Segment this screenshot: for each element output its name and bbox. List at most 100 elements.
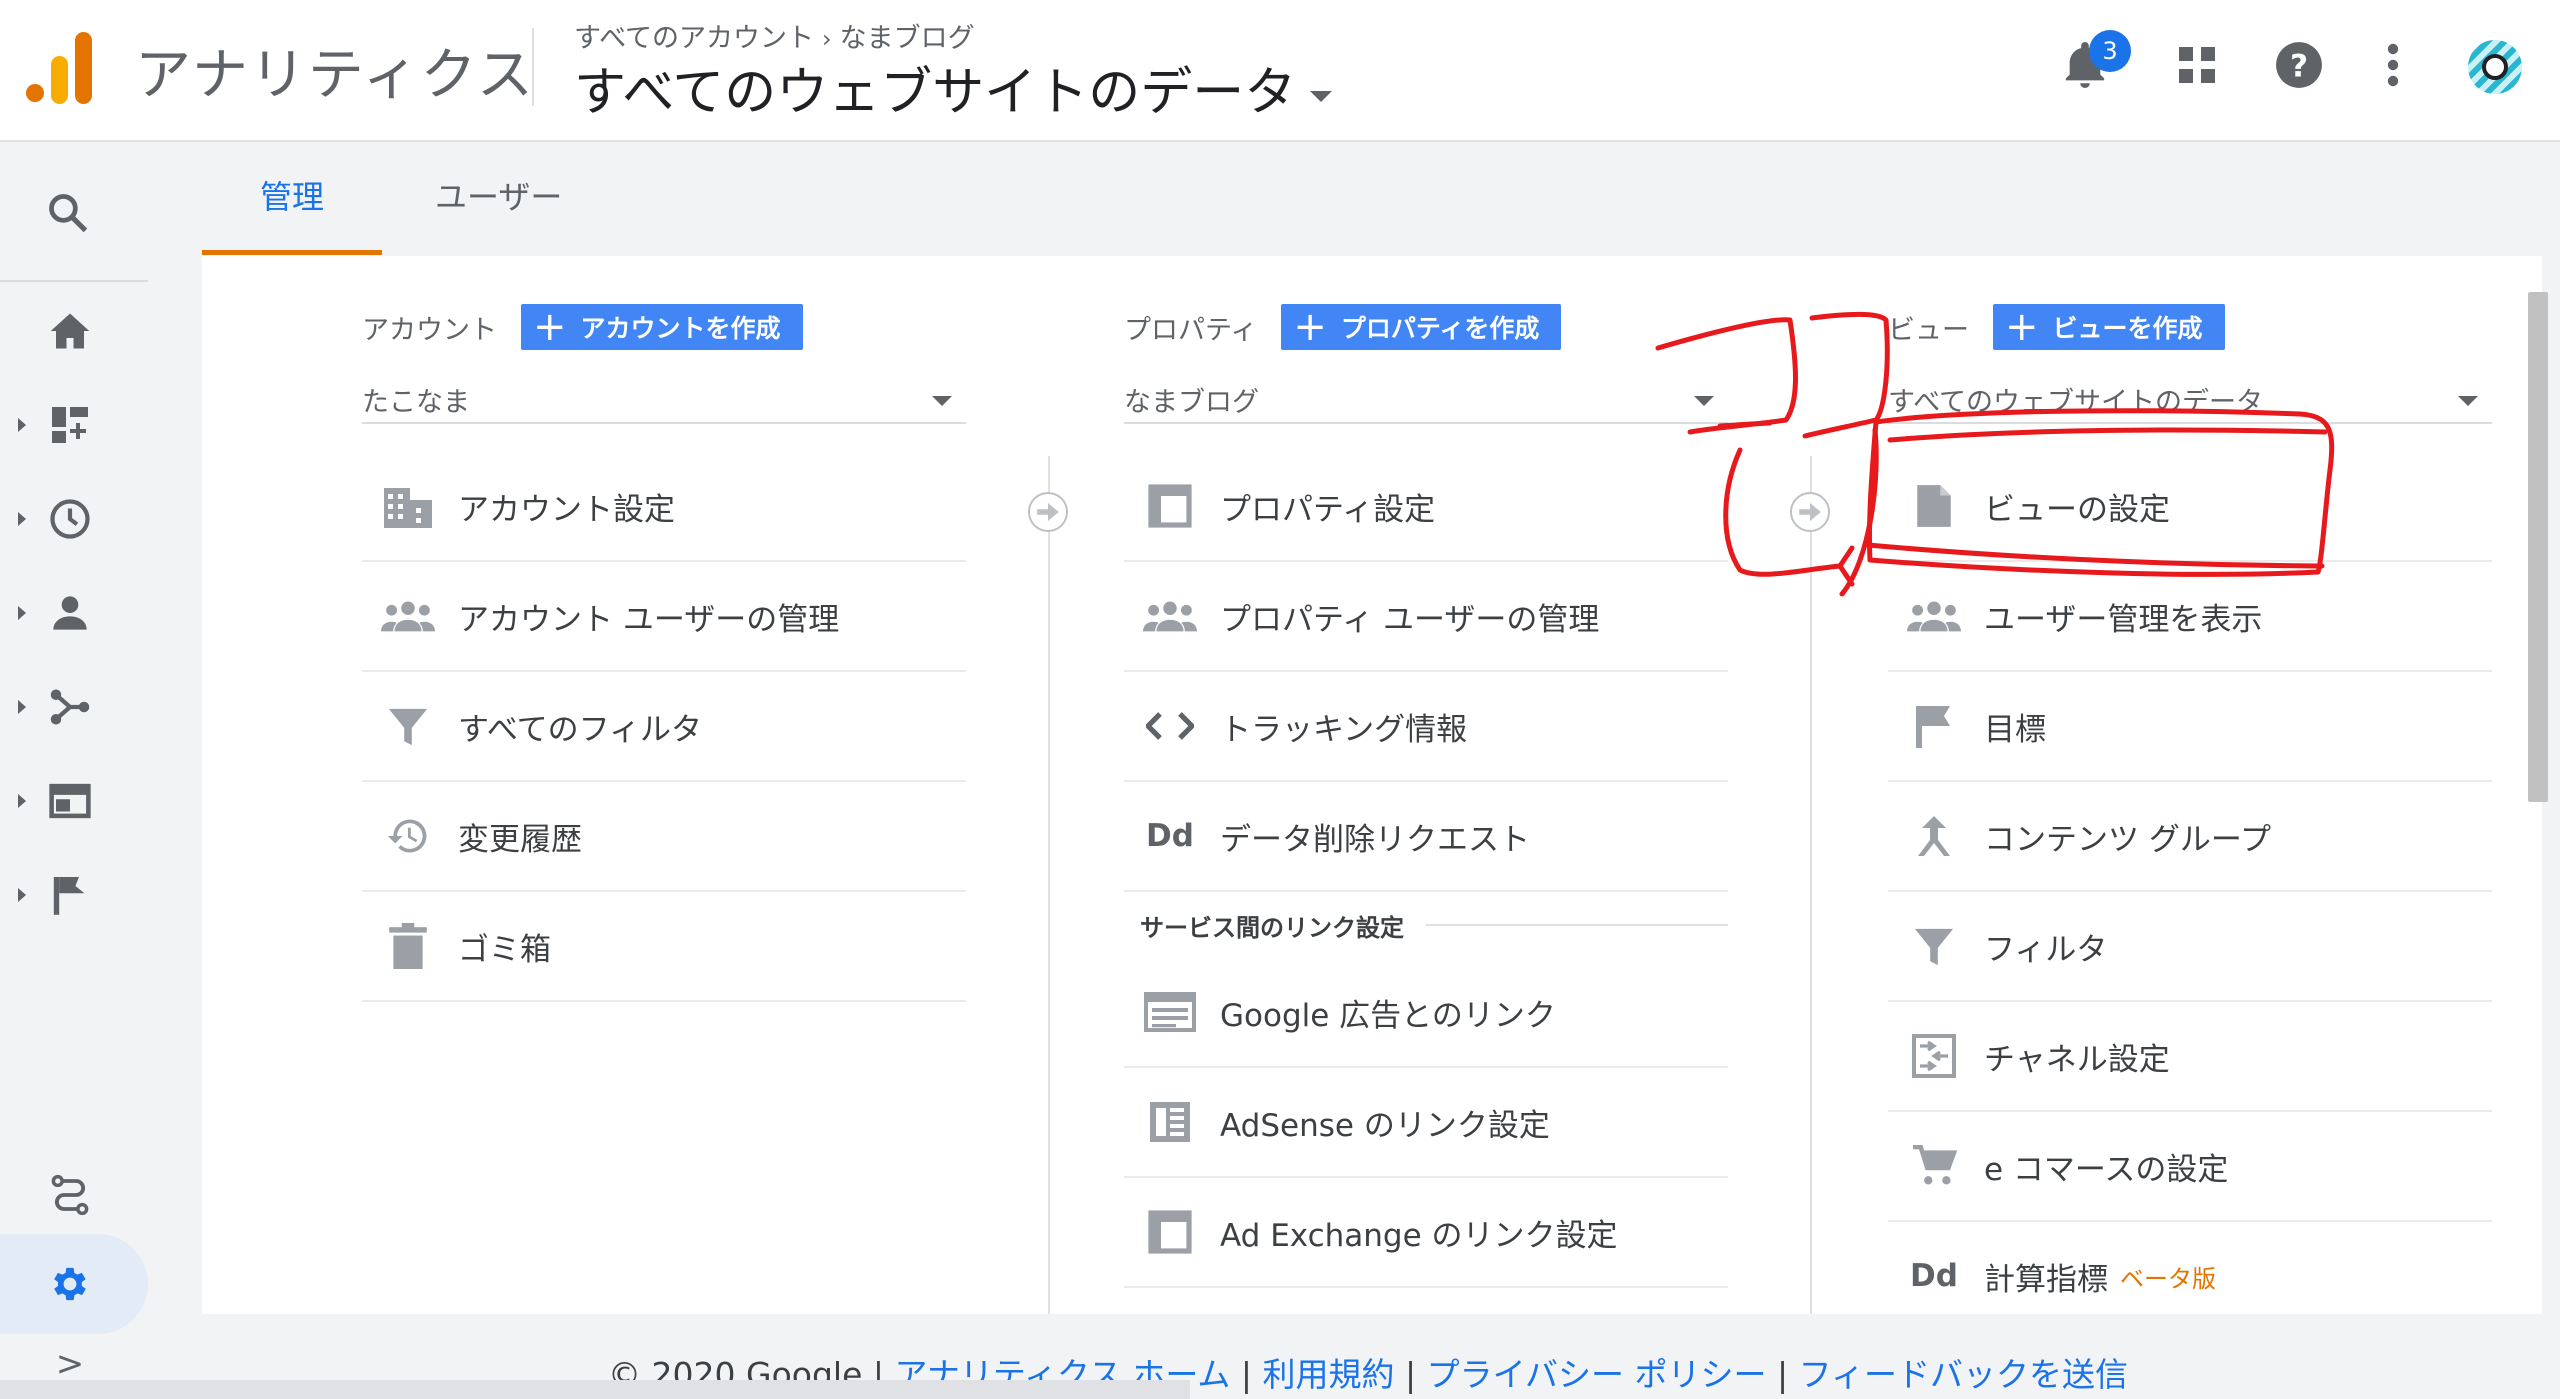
property-user-management-label: プロパティ ユーザーの管理	[1220, 601, 1600, 638]
expand-arrow-icon	[18, 700, 26, 714]
home-icon[interactable]	[46, 307, 94, 355]
people-icon	[1904, 586, 1964, 646]
trash-label: ゴミ箱	[458, 931, 551, 968]
dropdown-arrow-icon	[932, 396, 952, 406]
calculated-metrics-item[interactable]: Dd 計算指標 ベータ版	[1888, 1222, 2492, 1314]
customization-icon[interactable]	[46, 401, 94, 449]
arrow-right-circle-icon	[1028, 492, 1068, 532]
nav-conversions[interactable]	[0, 850, 150, 940]
account-settings-item[interactable]: アカウント設定	[362, 452, 966, 562]
top-header: アナリティクス すべてのアカウント › なまブログ すべてのウェブサイトのデータ 3…	[0, 0, 2560, 142]
layout-icon	[1140, 1202, 1200, 1262]
nav-attribution[interactable]	[0, 1150, 150, 1240]
dropdown-arrow-icon	[2458, 396, 2478, 406]
adsense-icon	[1140, 1092, 1200, 1152]
footer-separator: |	[1405, 1355, 1417, 1394]
property-settings-label: プロパティ設定	[1220, 491, 1436, 528]
tab-admin[interactable]: 管理	[260, 172, 324, 218]
footer-link-feedback[interactable]: フィードバックを送信	[1799, 1355, 2128, 1394]
change-history-item[interactable]: 変更履歴	[362, 782, 966, 892]
footer-link-privacy[interactable]: プライバシー ポリシー	[1427, 1355, 1767, 1394]
goals-item[interactable]: 目標	[1888, 672, 2492, 782]
view-selector-label: すべてのウェブサイトのデータ	[574, 63, 1297, 123]
google-ads-link-item[interactable]: Google 広告とのリンク	[1124, 958, 1728, 1068]
search-icon[interactable]	[44, 189, 92, 237]
attribution-icon[interactable]	[46, 1171, 94, 1219]
expand-arrow-icon	[18, 512, 26, 526]
data-deletion-item[interactable]: Dd データ削除リクエスト	[1124, 782, 1728, 892]
app-title[interactable]: アナリティクス	[135, 30, 535, 111]
all-filters-item[interactable]: すべてのフィルタ	[362, 672, 966, 782]
nav-search[interactable]	[0, 168, 150, 258]
content-grouping-item[interactable]: コンテンツ グループ	[1888, 782, 2492, 892]
account-header: アカウント + アカウントを作成	[362, 304, 803, 350]
realtime-icon[interactable]	[46, 495, 94, 543]
channel-settings-label: チャネル設定	[1984, 1041, 2170, 1078]
ad-exchange-link-label: Ad Exchange のリンク設定	[1220, 1217, 1618, 1254]
property-selector-value: なまブログ	[1124, 387, 1259, 418]
nav-behavior[interactable]	[0, 756, 150, 846]
account-label: アカウント	[362, 314, 497, 346]
create-account-button[interactable]: + アカウントを作成	[521, 304, 803, 350]
more-vert-icon[interactable]	[2366, 38, 2420, 92]
tab-user[interactable]: ユーザー	[435, 172, 562, 218]
acquisition-icon[interactable]	[46, 683, 94, 731]
behavior-icon[interactable]	[46, 777, 94, 825]
tracking-info-item[interactable]: トラッキング情報	[1124, 672, 1728, 782]
create-view-button[interactable]: + ビューを作成	[1993, 304, 2225, 350]
expand-arrow-icon	[18, 888, 26, 902]
analytics-logo-icon[interactable]	[26, 30, 92, 104]
conversions-icon[interactable]	[46, 871, 94, 919]
nav-realtime[interactable]	[0, 474, 150, 564]
audience-icon[interactable]	[46, 589, 94, 637]
footer-link-terms[interactable]: 利用規約	[1263, 1355, 1395, 1394]
nav-home[interactable]	[0, 286, 150, 376]
account-selector[interactable]: たこなま	[362, 374, 966, 424]
nav-audience[interactable]	[0, 568, 150, 658]
plus-icon: +	[1293, 304, 1327, 350]
create-property-button[interactable]: + プロパティを作成	[1281, 304, 1562, 350]
property-selector[interactable]: なまブログ	[1124, 374, 1728, 424]
admin-gear-icon[interactable]	[46, 1260, 94, 1308]
adsense-link-label: AdSense のリンク設定	[1220, 1107, 1550, 1144]
account-user-management-item[interactable]: アカウント ユーザーの管理	[362, 562, 966, 672]
link-section-header: サービス間のリンク設定	[1124, 892, 1728, 958]
view-selector[interactable]: すべてのウェブサイトのデータ	[574, 50, 1333, 125]
section-divider	[1426, 924, 1728, 926]
view-settings-label: ビューの設定	[1984, 491, 2170, 528]
footer-separator: |	[1776, 1355, 1789, 1394]
goals-label: 目標	[1984, 711, 2046, 748]
link-section-title: サービス間のリンク設定	[1140, 913, 1404, 942]
ecommerce-settings-label: e コマースの設定	[1984, 1151, 2229, 1188]
account-items: アカウント設定 アカウント ユーザーの管理 すべてのフィルタ 変更履歴 ゴミ箱	[362, 452, 966, 1002]
vertical-scrollbar[interactable]	[2528, 292, 2548, 802]
help-icon[interactable]: ?	[2272, 38, 2326, 92]
view-filters-item[interactable]: フィルタ	[1888, 892, 2492, 1002]
admin-card: アカウント + アカウントを作成 たこなま アカウント設定 アカウント ユーザーの…	[202, 256, 2542, 1314]
view-user-management-item[interactable]: ユーザー管理を表示	[1888, 562, 2492, 672]
dd-icon: Dd	[1910, 1258, 1958, 1294]
tab-bar: 管理 ユーザー	[150, 144, 2560, 256]
ecommerce-settings-item[interactable]: e コマースの設定	[1888, 1112, 2492, 1222]
notification-badge[interactable]: 3	[2089, 30, 2131, 72]
history-icon	[378, 806, 438, 866]
trash-item[interactable]: ゴミ箱	[362, 892, 966, 1002]
document-icon	[1904, 476, 1964, 536]
property-user-management-item[interactable]: プロパティ ユーザーの管理	[1124, 562, 1728, 672]
ad-exchange-link-item[interactable]: Ad Exchange のリンク設定	[1124, 1178, 1728, 1288]
apps-grid-icon[interactable]	[2170, 38, 2224, 92]
property-settings-item[interactable]: プロパティ設定	[1124, 452, 1728, 562]
view-selector-dropdown[interactable]: すべてのウェブサイトのデータ	[1888, 374, 2492, 424]
channel-settings-item[interactable]: チャネル設定	[1888, 1002, 2492, 1112]
nav-acquisition[interactable]	[0, 662, 150, 752]
view-user-management-label: ユーザー管理を表示	[1984, 601, 2263, 638]
beta-badge: ベータ版	[2120, 1264, 2216, 1293]
view-settings-item[interactable]: ビューの設定	[1888, 452, 2492, 562]
tracking-info-label: トラッキング情報	[1220, 711, 1468, 748]
trash-icon	[378, 916, 438, 976]
avatar[interactable]	[2468, 40, 2522, 94]
expand-arrow-icon	[18, 794, 26, 808]
nav-customization[interactable]	[0, 380, 150, 470]
adsense-link-item[interactable]: AdSense のリンク設定	[1124, 1068, 1728, 1178]
nav-admin[interactable]	[0, 1239, 150, 1329]
